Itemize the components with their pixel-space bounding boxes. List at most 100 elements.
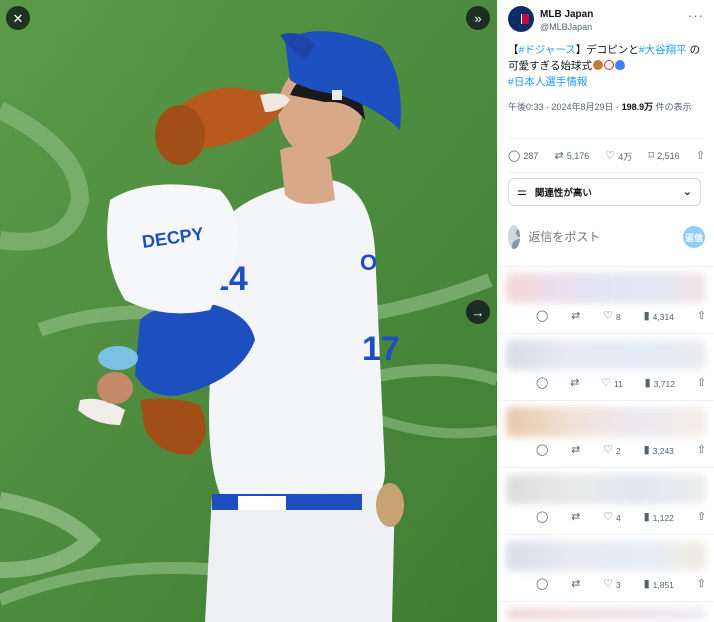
reply-like-count: 2 bbox=[616, 445, 621, 456]
reply-submit-button[interactable]: 返信 bbox=[683, 226, 705, 248]
reply-like-button[interactable]: ♡ 3 bbox=[603, 579, 621, 590]
reply-input[interactable] bbox=[528, 230, 684, 244]
reply-like-button[interactable]: ♡ 8 bbox=[603, 311, 621, 322]
repost-icon: ⇄ bbox=[571, 444, 581, 456]
blurred-reply-content bbox=[506, 608, 706, 620]
hashtag-dodgers[interactable]: #ドジャース bbox=[519, 44, 576, 56]
reply-like-button[interactable]: ♡ 11 bbox=[601, 378, 623, 389]
reply-views[interactable]: ▮ 1,122 bbox=[644, 512, 674, 523]
view-count: 198.9万 bbox=[621, 102, 654, 112]
hashtag-japanese-players[interactable]: #日本人選手情報 bbox=[508, 76, 587, 88]
reply-reply-button[interactable]: ◯ bbox=[536, 445, 548, 456]
reply-like-button[interactable]: ♡ 4 bbox=[603, 512, 621, 523]
reply-actions: ◯ ⇄ ♡ 11 ▮ 3,712 ⇧ bbox=[536, 378, 706, 389]
blurred-reply-content bbox=[506, 340, 706, 370]
bar-chart-icon: ▮ bbox=[643, 578, 650, 590]
like-button[interactable]: ♡ 4万 bbox=[605, 150, 632, 163]
share-icon: ⇧ bbox=[695, 149, 705, 162]
reply-actions: ◯ ⇄ ♡ 4 ▮ 1,122 ⇧ bbox=[536, 512, 706, 523]
repost-icon: ⇄ bbox=[571, 310, 581, 322]
reply-share-button[interactable]: ⇧ bbox=[697, 311, 706, 322]
reply-actions: ◯ ⇄ ♡ 2 ▮ 3,243 ⇧ bbox=[536, 445, 706, 456]
reply-view-count: 1,851 bbox=[652, 579, 674, 590]
account-handle[interactable]: @MLBJapan bbox=[540, 22, 592, 32]
repost-button[interactable]: ⇄ 5,176 bbox=[554, 149, 589, 162]
reply-repost-button[interactable]: ⇄ bbox=[571, 579, 580, 590]
reply-like-count: 8 bbox=[616, 311, 621, 322]
account-name[interactable]: MLB Japan bbox=[540, 9, 593, 20]
next-image-button[interactable]: → bbox=[466, 300, 490, 324]
bookmark-count: 2,516 bbox=[657, 151, 680, 161]
close-icon: ✕ bbox=[12, 10, 24, 26]
hashtag-ohtani[interactable]: #大谷翔平 bbox=[639, 44, 687, 56]
tweet-actions: ◯ 287 ⇄ 5,176 ♡ 4万 ⌑ 2,516 ⇧ bbox=[508, 147, 705, 165]
reply-like-count: 3 bbox=[616, 579, 621, 590]
photo-viewer: 14 O 17 DECPY ✕ » → bbox=[0, 0, 497, 622]
heart-icon: ♡ bbox=[603, 511, 614, 523]
reply-item[interactable]: ◯ ⇄ ♡ 4 ▮ 1,122 ⇧ bbox=[498, 467, 714, 533]
heart-icon: ♡ bbox=[605, 149, 616, 162]
reply-item[interactable]: ◯ ⇄ ♡ 11 ▮ 3,712 ⇧ bbox=[498, 333, 714, 399]
app-root: 14 O 17 DECPY ✕ » → MLB Japan @MLBJapan … bbox=[0, 0, 714, 622]
bookmark-button[interactable]: ⌑ 2,516 bbox=[648, 149, 680, 162]
reply-view-count: 4,314 bbox=[652, 311, 674, 322]
close-button[interactable]: ✕ bbox=[6, 6, 30, 30]
heart-icon: ♡ bbox=[601, 377, 611, 389]
bracket-open: 【 bbox=[508, 44, 519, 56]
reply-share-button[interactable]: ⇧ bbox=[697, 445, 706, 456]
heart-icon: ♡ bbox=[603, 578, 614, 590]
mlb-logo-icon bbox=[513, 14, 529, 24]
reply-item[interactable]: ◯ ⇄ ♡ 2 ▮ 3,243 ⇧ bbox=[498, 400, 714, 466]
player-name-partial: O bbox=[360, 250, 377, 275]
reply-repost-button[interactable]: ⇄ bbox=[571, 512, 580, 523]
repost-icon: ⇄ bbox=[571, 578, 581, 590]
reply-reply-button[interactable]: ◯ bbox=[536, 512, 548, 523]
expand-panel-button[interactable]: » bbox=[466, 6, 490, 30]
reply-item[interactable] bbox=[498, 601, 714, 622]
reply-share-button[interactable]: ⇧ bbox=[697, 579, 706, 590]
reply-actions: ◯ ⇄ ♡ 3 ▮ 1,851 ⇧ bbox=[536, 579, 706, 590]
reply-views[interactable]: ▮ 1,851 bbox=[644, 579, 674, 590]
reply-reply-button[interactable]: ◯ bbox=[536, 579, 548, 590]
blurred-reply-content bbox=[506, 541, 706, 571]
more-options-icon[interactable]: ··· bbox=[688, 8, 704, 23]
reply-like-button[interactable]: ♡ 2 bbox=[603, 445, 621, 456]
reply-views[interactable]: ▮ 4,314 bbox=[644, 311, 674, 322]
reply-views[interactable]: ▮ 3,243 bbox=[644, 445, 674, 456]
sort-replies-dropdown[interactable]: ⚌ 関連性が高い ⌄ bbox=[508, 178, 701, 206]
tweet-text-part1: デコピンと bbox=[586, 44, 639, 56]
reply-count: 287 bbox=[523, 151, 539, 161]
reply-item[interactable]: ◯ ⇄ ♡ 8 ▮ 4,314 ⇧ bbox=[498, 266, 714, 332]
bookmark-icon: ⌑ bbox=[648, 149, 655, 162]
reply-reply-button[interactable]: ◯ bbox=[536, 311, 548, 322]
tweet-timestamp[interactable]: 午後0:33 · 2024年8月29日 · bbox=[508, 102, 622, 112]
avatar[interactable] bbox=[508, 6, 534, 32]
share-icon: ⇧ bbox=[696, 578, 706, 590]
share-icon: ⇧ bbox=[696, 310, 706, 322]
tweet-text: 【#ドジャース】デコピンと#大谷翔平 の可愛すぎる始球式 #日本人選手情報 bbox=[508, 42, 706, 90]
bracket-close: 】 bbox=[575, 44, 587, 56]
reply-item[interactable]: ◯ ⇄ ♡ 3 ▮ 1,851 ⇧ bbox=[498, 534, 714, 600]
reply-repost-button[interactable]: ⇄ bbox=[571, 445, 580, 456]
reply-view-count: 3,712 bbox=[653, 378, 675, 389]
sliders-icon: ⚌ bbox=[517, 185, 527, 198]
baseball-emoji-icon bbox=[604, 60, 614, 70]
reply-repost-button[interactable]: ⇄ bbox=[571, 311, 580, 322]
reply-button[interactable]: ◯ 287 bbox=[508, 150, 539, 162]
reply-repost-button[interactable]: ⇄ bbox=[570, 378, 579, 389]
reply-icon: ◯ bbox=[536, 444, 549, 456]
sort-label: 関連性が高い bbox=[534, 188, 592, 199]
player-back-number: 17 bbox=[362, 330, 400, 368]
reply-share-button[interactable]: ⇧ bbox=[697, 512, 706, 523]
reply-views[interactable]: ▮ 3,712 bbox=[645, 378, 675, 389]
reply-reply-button[interactable]: ◯ bbox=[536, 378, 548, 389]
reply-share-button[interactable]: ⇧ bbox=[697, 378, 706, 389]
heart-icon: ♡ bbox=[603, 444, 614, 456]
reply-view-count: 1,122 bbox=[652, 512, 674, 523]
repost-icon: ⇄ bbox=[554, 149, 564, 162]
chevron-down-icon: ⌄ bbox=[682, 185, 692, 198]
repost-icon: ⇄ bbox=[570, 377, 580, 389]
reply-icon: ◯ bbox=[536, 578, 549, 590]
photo-image: 14 O 17 DECPY bbox=[0, 0, 497, 622]
share-button[interactable]: ⇧ bbox=[695, 149, 705, 162]
